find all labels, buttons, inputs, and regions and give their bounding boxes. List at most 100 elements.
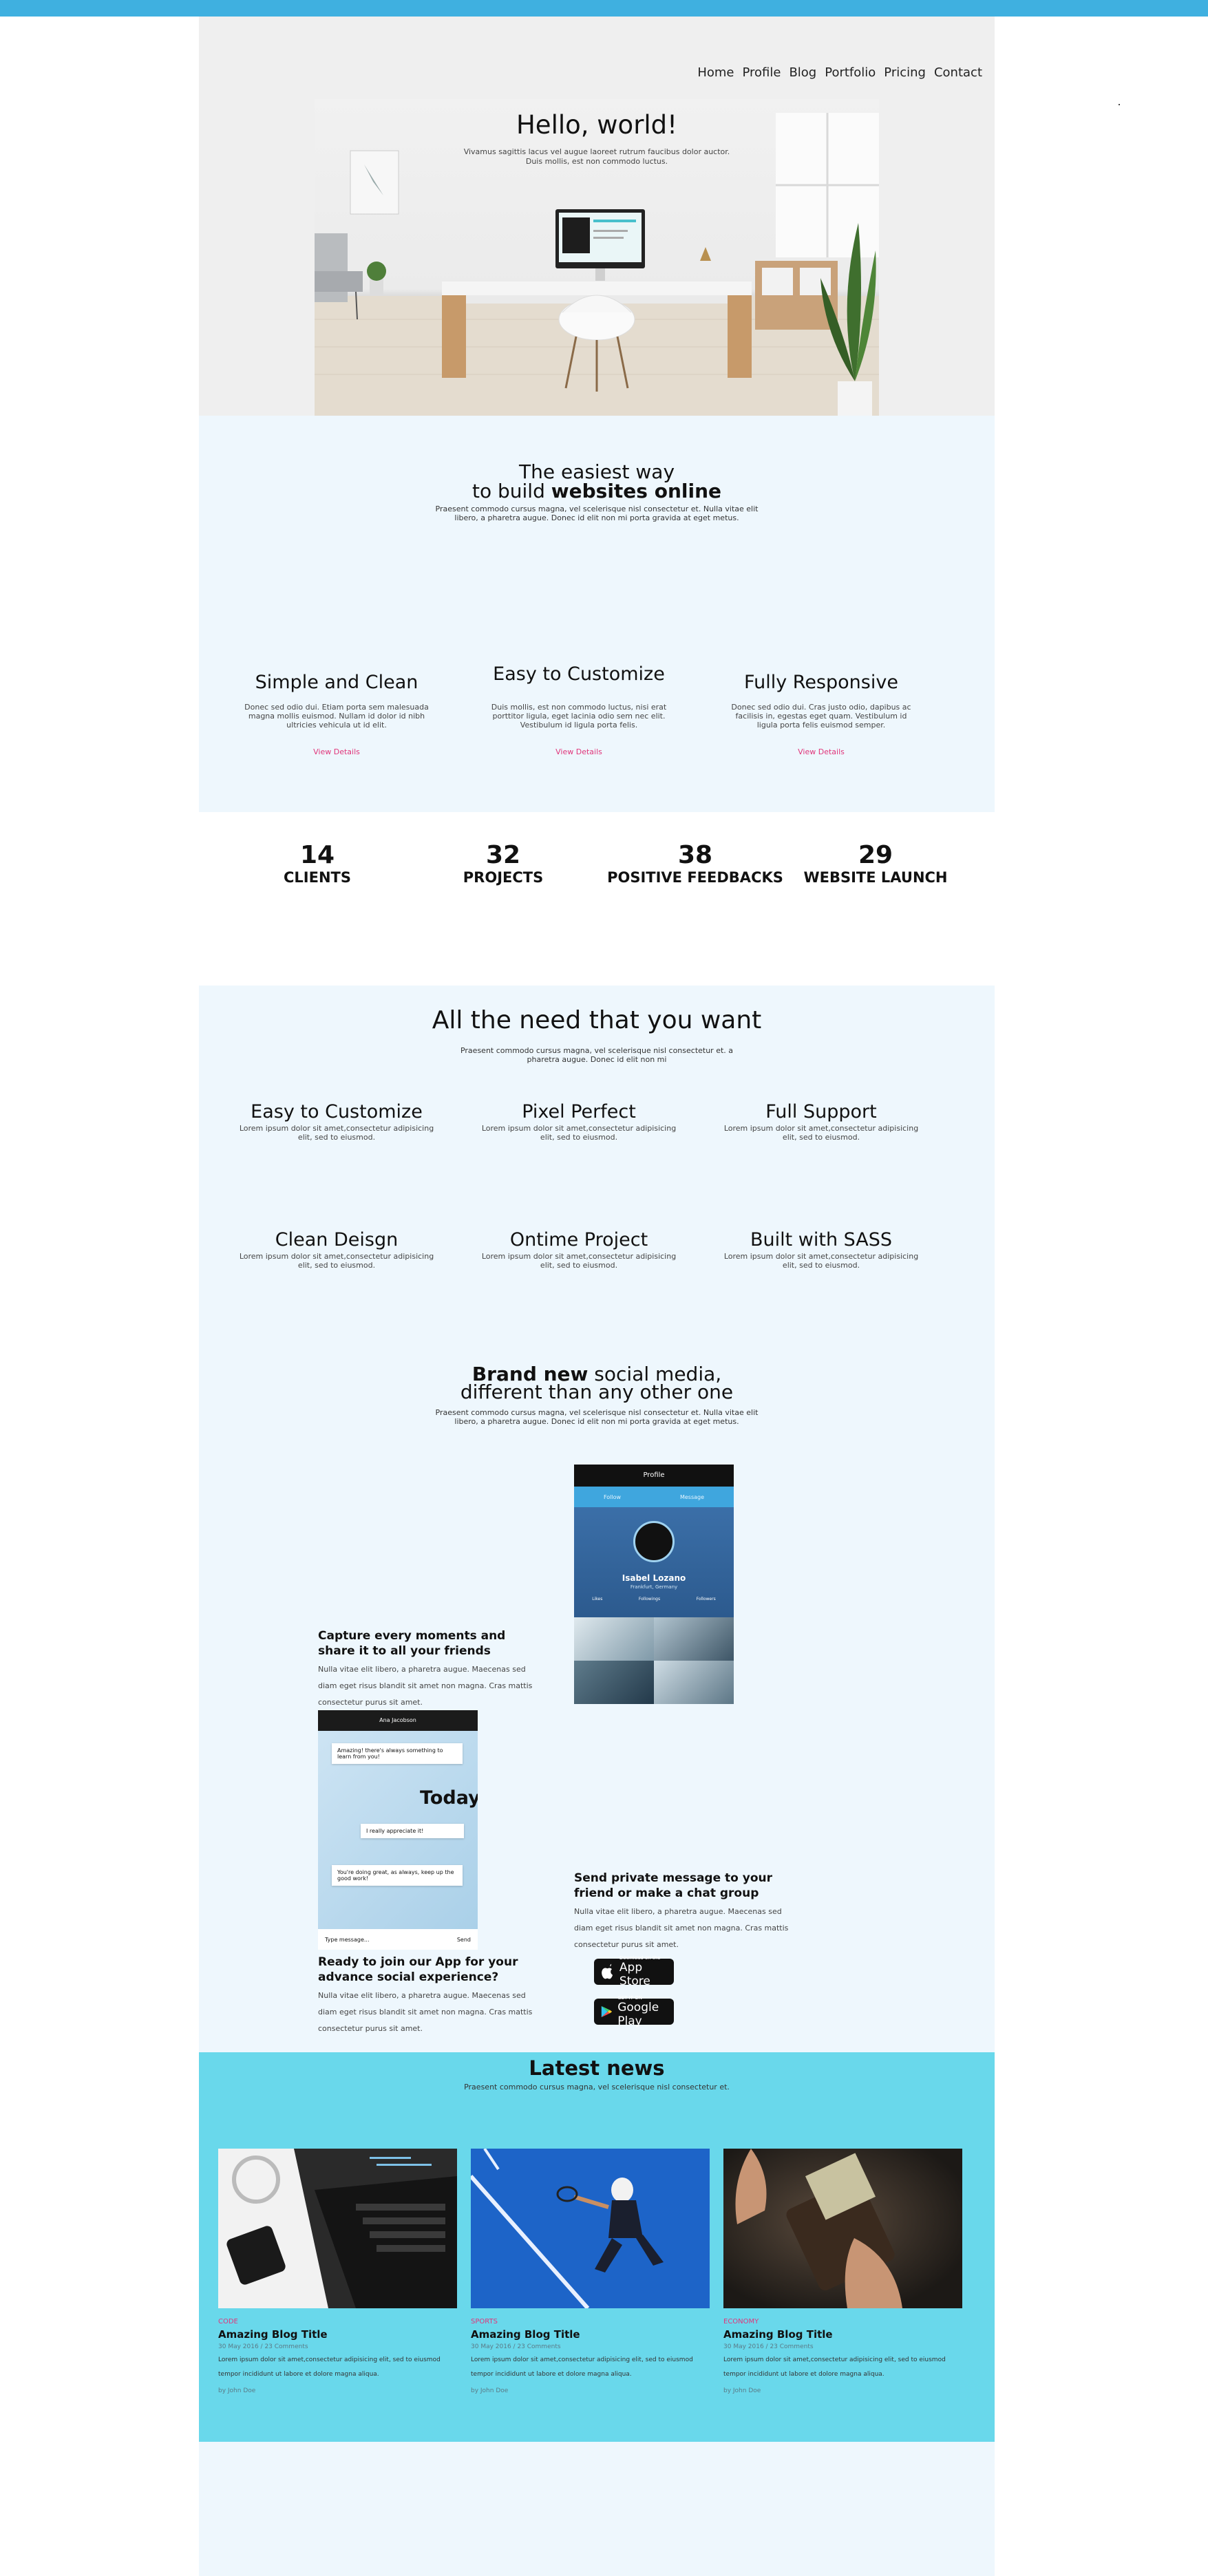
google-play-button[interactable]: GET IT ON Google Play [594, 1995, 674, 2028]
phone-profile-mockup: Profile Follow Message Isabel Lozano Fra… [574, 1465, 734, 1704]
need-title: All the need that you want [432, 1006, 762, 1034]
stat-clients: 14 CLIENTS [235, 841, 400, 886]
news-card[interactable]: SPORTS Amazing Blog Title 30 May 2016 / … [471, 2149, 710, 2394]
phone-header: Profile [574, 1465, 734, 1487]
photo-thumb [574, 1617, 654, 1661]
need-item-text: Lorem ipsum dolor sit amet,consectetur a… [723, 1252, 919, 1270]
feature-fully-responsive: Fully Responsive Donec sed odio dui. Cra… [711, 672, 931, 757]
news-card-excerpt: Lorem ipsum dolor sit amet,consectetur a… [723, 2356, 946, 2378]
chat-send-button[interactable]: Send [457, 1937, 471, 1943]
need-item: Pixel Perfect Lorem ipsum dolor sit amet,… [476, 1101, 682, 1142]
news-card-title[interactable]: Amazing Blog Title [471, 2328, 710, 2341]
news-subtitle: Praesent commodo cursus magna, vel scele… [464, 2083, 730, 2091]
nav-blog[interactable]: Blog [789, 65, 816, 80]
main-nav: Home Profile Blog Portfolio Pricing Cont… [697, 65, 982, 80]
top-accent-bar [0, 0, 1208, 17]
google-play-icon [601, 2005, 613, 2018]
hero-image: Hello, world! Vivamus sagittis lacus vel… [315, 99, 879, 416]
need-item: Full Support Lorem ipsum dolor sit amet,c… [718, 1101, 924, 1142]
news-card-excerpt: Lorem ipsum dolor sit amet,consectetur a… [471, 2356, 693, 2378]
view-details-link[interactable]: View Details [555, 747, 602, 756]
phone-chat-header: Ana Jacobson [318, 1710, 478, 1731]
news-card-image[interactable] [471, 2149, 710, 2308]
phone-photo-grid [574, 1617, 734, 1704]
hero-title: Hello, world! [516, 110, 677, 140]
photo-thumb [654, 1617, 734, 1661]
stat-value: 32 [485, 841, 521, 869]
avatar [633, 1521, 675, 1562]
feature-title: Simple and Clean [255, 672, 418, 693]
wallet-image [723, 2149, 962, 2308]
need-item-title: Ontime Project [509, 1229, 648, 1250]
news-card[interactable]: ECONOMY Amazing Blog Title 30 May 2016 /… [723, 2149, 962, 2394]
need-item: Built with SASS Lorem ipsum dolor sit ame… [718, 1229, 924, 1270]
chat-input-placeholder[interactable]: Type message... [325, 1937, 370, 1943]
social-block-text: Nulla vitae elit libero, a pharetra augu… [574, 1907, 789, 1949]
news-card-title[interactable]: Amazing Blog Title [723, 2328, 962, 2341]
intro-subtitle: Praesent commodo cursus magna, vel scele… [435, 504, 759, 522]
feature-easy-customize: Easy to Customize Duis mollis, est non c… [469, 663, 689, 757]
social-block-message: Send private message to your friend or m… [574, 1871, 794, 1953]
stat-value: 29 [858, 841, 893, 869]
nav-home[interactable]: Home [697, 65, 734, 80]
need-item-text: Lorem ipsum dolor sit amet,consectetur a… [481, 1124, 677, 1142]
intro-title-bold: websites online [551, 480, 721, 502]
intro-title-prefix: to build [471, 480, 551, 502]
news-card-author: by John Doe [723, 2387, 761, 2394]
news-card-image[interactable] [723, 2149, 962, 2308]
photo-thumb [654, 1661, 734, 1704]
stat-label: WEBSITE LAUNCH [803, 869, 948, 886]
stat-launch: 29 WEBSITE LAUNCH [793, 841, 958, 886]
chat-input-bar[interactable]: Type message... Send [318, 1929, 478, 1950]
need-item-title: Full Support [765, 1101, 877, 1122]
social-title: Brand new social media, different than a… [199, 1365, 995, 1403]
app-store-small: Download on the [619, 1955, 661, 1961]
stats-band [199, 812, 995, 986]
news-card[interactable]: CODE Amazing Blog Title 30 May 2016 / 23… [218, 2149, 457, 2394]
phone-tab-follow: Follow [603, 1493, 622, 1500]
news-card-meta: 30 May 2016 / 23 Comments [723, 2343, 814, 2350]
google-play-big: Google Play [617, 2001, 659, 2028]
need-subtitle: Praesent commodo cursus magna, vel scele… [460, 1046, 734, 1064]
need-item-title: Pixel Perfect [522, 1101, 636, 1122]
nav-profile[interactable]: Profile [742, 65, 781, 80]
app-store-button[interactable]: Download on the App Store [594, 1955, 674, 1988]
social-title-line2: different than any other one [460, 1381, 734, 1403]
feature-simple-clean: Simple and Clean Donec sed odio dui. Eti… [226, 672, 447, 757]
nav-pricing[interactable]: Pricing [884, 65, 926, 80]
news-card-title[interactable]: Amazing Blog Title [218, 2328, 457, 2341]
news-card-category: CODE [218, 2318, 238, 2325]
view-details-link[interactable]: View Details [798, 747, 845, 756]
stat-value: 38 [677, 841, 713, 869]
social-block-capture: Capture every moments and share it to al… [318, 1628, 538, 1711]
need-item: Ontime Project Lorem ipsum dolor sit amet… [476, 1229, 682, 1270]
news-card-author: by John Doe [218, 2387, 256, 2394]
stat-label: PROJECTS [463, 869, 544, 886]
feature-text: Donec sed odio dui. Cras justo odio, dap… [731, 703, 911, 730]
hero-subtitle: Vivamus sagittis lacus vel augue laoreet… [463, 147, 730, 166]
need-item-title: Built with SASS [750, 1229, 893, 1250]
phone-profile-area: Isabel Lozano Frankfurt, Germany Likes F… [574, 1507, 734, 1617]
news-card-category: SPORTS [471, 2318, 498, 2325]
chat-contact-name: Ana Jacobson [379, 1717, 416, 1723]
social-block-title: Ready to join our App for your advance s… [318, 1955, 518, 1984]
google-play-small: GET IT ON [617, 1995, 642, 2001]
app-store-big: App Store [619, 1961, 650, 1988]
news-card-image[interactable] [218, 2149, 457, 2308]
need-item-text: Lorem ipsum dolor sit amet,consectetur a… [481, 1252, 677, 1270]
social-block-title: Send private message to your friend or m… [574, 1871, 773, 1900]
social-block-title: Capture every moments and share it to al… [318, 1629, 506, 1658]
stat-value: 14 [299, 841, 335, 869]
profile-stat-likes: Likes [592, 1597, 603, 1601]
news-card-meta: 30 May 2016 / 23 Comments [471, 2343, 561, 2350]
news-title: Latest news [529, 2056, 665, 2080]
nav-portfolio[interactable]: Portfolio [825, 65, 876, 80]
news-card-meta: 30 May 2016 / 23 Comments [218, 2343, 308, 2350]
view-details-link[interactable]: View Details [313, 747, 360, 756]
social-block-text: Nulla vitae elit libero, a pharetra augu… [318, 1665, 533, 1707]
phone-tabs: Follow Message [574, 1487, 734, 1507]
photo-thumb [574, 1661, 654, 1704]
nav-contact[interactable]: Contact [934, 65, 982, 80]
phone-chat-mockup: Ana Jacobson Amazing! there's always som… [318, 1710, 478, 1950]
need-item: Easy to Customize Lorem ipsum dolor sit a… [233, 1101, 440, 1142]
